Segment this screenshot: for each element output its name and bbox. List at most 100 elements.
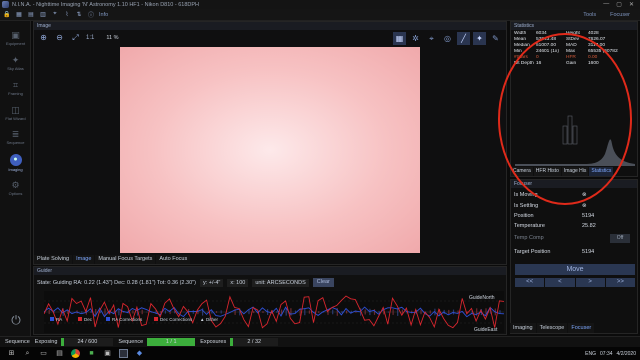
target-position-input[interactable]: 5194 bbox=[582, 249, 594, 255]
nav-imaging[interactable]: ● Imaging bbox=[0, 151, 31, 175]
image-tabs: Plate Solving Image Manual Focus Targets… bbox=[34, 255, 191, 264]
correction-bar bbox=[192, 310, 194, 314]
info-icon[interactable]: ⓘ bbox=[86, 11, 96, 19]
tab-image[interactable]: Image bbox=[73, 255, 95, 264]
close-button[interactable]: ✕ bbox=[629, 1, 634, 8]
captured-image[interactable] bbox=[120, 47, 420, 253]
guider-state-row: State: Guiding RA: 0.22 (1.43") Dec: 0.2… bbox=[37, 278, 334, 287]
maximize-button[interactable]: ▢ bbox=[616, 1, 622, 8]
correction-bar bbox=[262, 311, 264, 313]
taskbar: ⊞ ⌕ ▭ ▤ ■ ▣ ◆ ENG 07:34 4/2/2020 bbox=[0, 347, 640, 360]
star-detect-icon[interactable]: ✲ bbox=[409, 32, 422, 45]
window-controls: — ▢ ✕ bbox=[603, 1, 634, 8]
left-nav: ▣ Equipment ✦ Sky Atlas ⌗ Framing ◫ Flat… bbox=[0, 21, 31, 346]
target-icon[interactable]: ◎ bbox=[441, 32, 454, 45]
tab-auto-focus[interactable]: Auto Focus bbox=[156, 255, 191, 264]
nav-sequence[interactable]: ≣ Sequence bbox=[0, 125, 31, 149]
zoom-out-icon[interactable]: ⊖ bbox=[53, 32, 66, 44]
nav-flat-wizard[interactable]: ◫ Flat Wizard bbox=[0, 101, 31, 125]
minimize-button[interactable]: — bbox=[603, 1, 609, 8]
fit-icon[interactable]: ⤢ bbox=[69, 32, 82, 44]
move-button[interactable]: Move bbox=[515, 264, 635, 275]
arrows-icon[interactable]: ⇅ bbox=[74, 11, 84, 19]
x-scale-select[interactable]: x: 100 bbox=[227, 278, 249, 287]
windows-start-icon[interactable]: ⊞ bbox=[7, 349, 16, 358]
exposures-progress: 2 / 32 bbox=[230, 338, 279, 346]
correction-bar bbox=[285, 308, 287, 316]
grid-icon[interactable]: ▦ bbox=[14, 11, 24, 19]
position-row: Position 5194 bbox=[514, 213, 595, 219]
temperature-value: 25.82 bbox=[582, 223, 596, 229]
stretch-icon[interactable]: ╱ bbox=[457, 32, 470, 45]
power-icon[interactable]: ⏻ bbox=[9, 313, 23, 327]
document-icon[interactable]: ▤ bbox=[26, 11, 36, 19]
tray-time[interactable]: 07:34 bbox=[600, 351, 613, 357]
move-out-button[interactable]: > bbox=[575, 278, 605, 287]
correction-bar bbox=[220, 310, 222, 314]
legend-ra-corrections: RA Corrections bbox=[112, 317, 143, 322]
statistics-header: Statistics bbox=[511, 22, 637, 30]
guide-graph: GuideNorth GuideEast RA Dec RA Correctio… bbox=[44, 291, 504, 333]
nina-taskbar-icon[interactable] bbox=[119, 349, 128, 358]
search-icon[interactable]: ⌕ bbox=[23, 349, 32, 358]
tray-lang[interactable]: ENG bbox=[585, 351, 596, 357]
move-fast-out-button[interactable]: >> bbox=[605, 278, 635, 287]
tab-telescope[interactable]: Telescope bbox=[536, 323, 568, 333]
correction-bar bbox=[429, 310, 431, 314]
zoom-level: 11 % bbox=[106, 35, 119, 41]
crosshair-icon[interactable]: ⌖ bbox=[425, 32, 438, 45]
tray-date[interactable]: 4/2/2020 bbox=[617, 351, 636, 357]
unit-select[interactable]: unit: ARCSECONDS bbox=[252, 278, 309, 287]
star-icon[interactable]: ✦ bbox=[473, 32, 486, 45]
temp-comp-toggle[interactable]: Off bbox=[610, 234, 630, 243]
frames-progress: 24 / 600 bbox=[61, 338, 114, 346]
atlas-icon: ✦ bbox=[11, 55, 20, 65]
app-icon-gray[interactable]: ▣ bbox=[103, 349, 112, 358]
correction-bar bbox=[420, 309, 422, 315]
correction-bar bbox=[146, 311, 148, 313]
file-explorer-icon[interactable]: ▤ bbox=[55, 349, 64, 358]
title-bar: N.I.N.A. - Nighttime Imaging 'N' Astrono… bbox=[0, 0, 640, 9]
correction-bar bbox=[364, 309, 366, 315]
chrome-icon[interactable] bbox=[71, 349, 80, 358]
image-panel: Image ⊕ ⊖ ⤢ 1:1 11 % ▦ ✲ ⌖ ◎ ╱ ✦ ✎ Plate… bbox=[33, 21, 507, 265]
grid-overlay-icon[interactable]: ▦ bbox=[393, 32, 406, 45]
sequence-icon: ≣ bbox=[11, 129, 20, 139]
tab-focuser[interactable]: Focuser bbox=[568, 323, 595, 333]
tools-menu[interactable]: Tools bbox=[583, 12, 596, 18]
tab-imaging[interactable]: Imaging bbox=[510, 323, 536, 333]
nav-framing[interactable]: ⌗ Framing bbox=[0, 76, 31, 100]
tab-manual-focus-targets[interactable]: Manual Focus Targets bbox=[95, 255, 156, 264]
imaging-icon: ● bbox=[9, 154, 22, 166]
ruler-icon[interactable]: ⌇ bbox=[62, 11, 72, 19]
info-label[interactable]: Info bbox=[99, 12, 108, 18]
guider-header: Guider bbox=[34, 267, 506, 275]
correction-bar bbox=[452, 309, 455, 315]
clear-button[interactable]: Clear bbox=[312, 278, 334, 287]
annotate-icon[interactable]: ✎ bbox=[489, 32, 502, 45]
temperature-row: Temperature 25.82 bbox=[514, 223, 596, 229]
image-toolbar: ⊕ ⊖ ⤢ 1:1 11 % ▦ ✲ ⌖ ◎ ╱ ✦ ✎ bbox=[34, 30, 506, 46]
correction-bar bbox=[318, 311, 320, 313]
app-icon-green[interactable]: ■ bbox=[87, 349, 96, 358]
chart-icon[interactable]: ▥ bbox=[38, 11, 48, 19]
app-icon-blue[interactable]: ◆ bbox=[135, 349, 144, 358]
y-scale-select[interactable]: y: +/-4" bbox=[199, 278, 224, 287]
correction-bar bbox=[48, 309, 50, 315]
zoom-in-icon[interactable]: ⊕ bbox=[37, 32, 50, 44]
correction-bar bbox=[81, 311, 83, 313]
lock-icon[interactable]: 🔒 bbox=[2, 11, 12, 19]
move-in-button[interactable]: < bbox=[545, 278, 575, 287]
nav-equipment[interactable]: ▣ Equipment bbox=[0, 26, 31, 50]
nav-sky-atlas[interactable]: ✦ Sky Atlas bbox=[0, 51, 31, 75]
zoom-ratio-button[interactable]: 1:1 bbox=[86, 35, 94, 41]
focuser-label[interactable]: Focuser bbox=[610, 12, 630, 18]
guide-east-label: GuideEast bbox=[474, 327, 498, 333]
pin-icon[interactable]: ⌖ bbox=[50, 11, 60, 19]
correction-bar bbox=[104, 308, 106, 316]
legend-ra: RA bbox=[56, 317, 62, 322]
nav-options[interactable]: ⚙ Options bbox=[0, 176, 31, 200]
tab-plate-solving[interactable]: Plate Solving bbox=[34, 255, 73, 264]
move-fast-in-button[interactable]: << bbox=[515, 278, 545, 287]
task-view-icon[interactable]: ▭ bbox=[39, 349, 48, 358]
